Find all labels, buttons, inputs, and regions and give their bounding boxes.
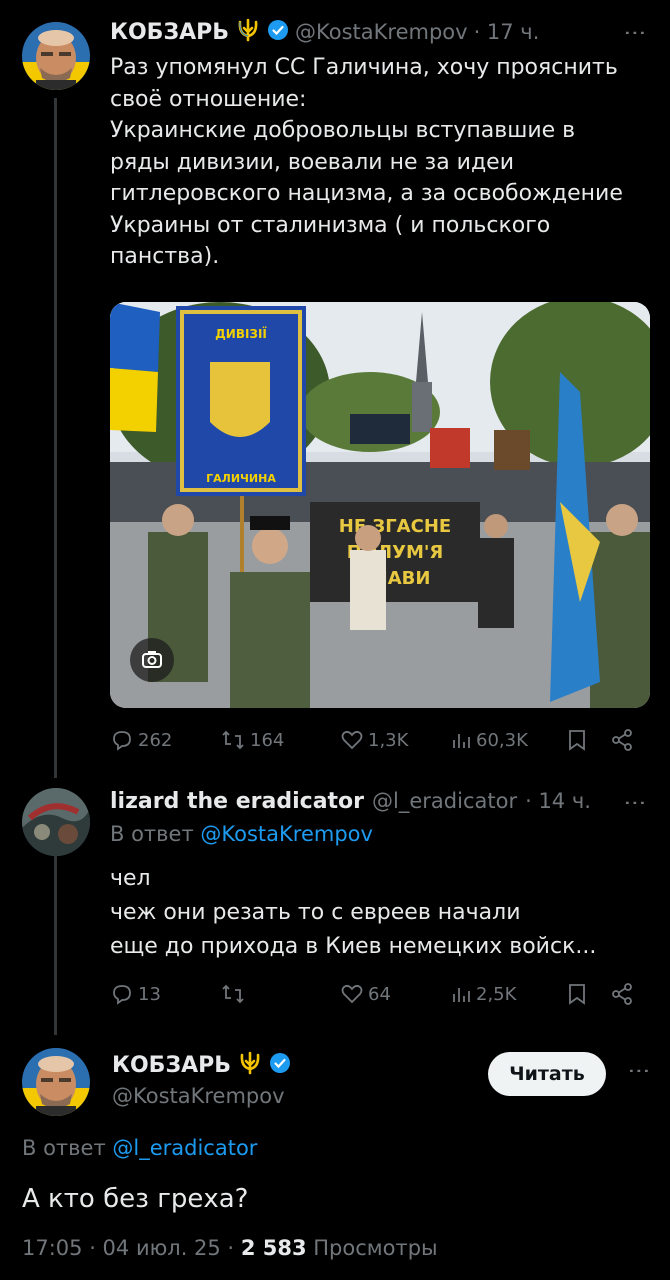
- handle[interactable]: @l_eradicator: [372, 789, 517, 813]
- views-label: Просмотры: [313, 1236, 438, 1260]
- heart-icon: [341, 730, 363, 750]
- tweet-photo[interactable]: ДИВІЗІЇ ГАЛИЧИНА НЕ ЗГАСНЕ ПОЛУМ'Я СЛАВИ: [110, 302, 650, 708]
- display-name[interactable]: КОБЗАРЬ: [112, 1053, 231, 1078]
- avatar[interactable]: [22, 788, 90, 856]
- views-icon: [453, 734, 470, 748]
- more-options-icon[interactable]: ⋮: [622, 792, 647, 814]
- like-count: 1,3K: [368, 729, 409, 751]
- views-icon: [453, 988, 470, 1002]
- timestamp[interactable]: · 17 ч.: [474, 20, 540, 44]
- bookmark-button[interactable]: [566, 982, 588, 1006]
- handle[interactable]: @KostaKrempov: [112, 1084, 285, 1108]
- tweet-meta: 17:05 · 04 июл. 25 · 2 583 Просмотры: [22, 1236, 438, 1260]
- reply-prefix: В ответ: [110, 822, 194, 846]
- share-button[interactable]: [610, 728, 634, 752]
- reply-count: 13: [138, 983, 161, 1005]
- timestamp[interactable]: 17:05 · 04 июл. 25 ·: [22, 1236, 234, 1260]
- tweet-text: Раз упомянул СС Галичина, хочу прояснить…: [110, 55, 623, 269]
- more-options-icon[interactable]: ⋮: [626, 1060, 651, 1082]
- thread-line: [54, 98, 57, 778]
- retweet-button[interactable]: [220, 982, 250, 1006]
- tweet-text: А кто без греха?: [22, 1184, 249, 1214]
- trident-icon: [237, 1051, 263, 1079]
- thread-line: [54, 840, 57, 1035]
- more-options-icon[interactable]: ⋮: [622, 22, 647, 44]
- tweet-actions: 262 164 1,3K 60,3K: [110, 724, 650, 756]
- retweet-count: 164: [250, 729, 285, 751]
- svg-text:ГАЛИЧИНА: ГАЛИЧИНА: [206, 472, 276, 485]
- share-button[interactable]: [610, 982, 634, 1006]
- bookmark-button[interactable]: [566, 728, 588, 752]
- reply-count: 262: [138, 729, 173, 751]
- svg-text:ДИВІЗІЇ: ДИВІЗІЇ: [215, 326, 267, 341]
- avatar[interactable]: [22, 22, 90, 90]
- avatar[interactable]: [22, 1048, 90, 1116]
- reply-to-link[interactable]: @KostaKrempov: [200, 822, 373, 846]
- display-name[interactable]: КОБЗАРЬ: [110, 20, 229, 45]
- bookmark-icon: [569, 730, 585, 751]
- svg-text:НЕ ЗГАСНЕ: НЕ ЗГАСНЕ: [339, 516, 451, 537]
- views-count: 2 583: [240, 1236, 307, 1260]
- camera-lens-icon[interactable]: [130, 638, 174, 682]
- reply-context: В ответ @KostaKrempov: [110, 822, 373, 846]
- handle[interactable]: @KostaKrempov: [295, 20, 468, 44]
- trident-icon: [235, 18, 261, 46]
- views-count: 60,3K: [476, 729, 528, 751]
- reply-button[interactable]: 13: [110, 982, 161, 1006]
- reply-to-link[interactable]: @l_eradicator: [112, 1136, 257, 1160]
- reply-icon: [113, 731, 131, 751]
- reply-button[interactable]: 262: [110, 728, 172, 752]
- reply-context: В ответ @l_eradicator: [22, 1136, 257, 1160]
- bookmark-icon: [569, 984, 585, 1005]
- timestamp[interactable]: · 14 ч.: [525, 789, 591, 813]
- tweet-actions: 13 64 2,5K: [110, 978, 650, 1010]
- views-count: 2,5K: [476, 983, 517, 1005]
- retweet-icon: [222, 730, 244, 750]
- verified-badge-icon: [267, 19, 289, 45]
- like-button[interactable]: 1,3K: [340, 728, 408, 752]
- heart-icon: [341, 984, 363, 1004]
- like-count: 64: [368, 983, 391, 1005]
- views-button[interactable]: 2,5K: [450, 982, 516, 1006]
- tweet-text: чел чеж они резать то с евреев начали ещ…: [110, 866, 597, 959]
- reply-icon: [113, 985, 131, 1005]
- follow-button[interactable]: Читать: [488, 1052, 606, 1096]
- display-name[interactable]: lizard the eradicator: [110, 789, 364, 814]
- retweet-icon: [222, 984, 244, 1004]
- share-icon: [612, 983, 632, 1005]
- verified-badge-icon: [269, 1052, 291, 1078]
- share-icon: [612, 729, 632, 751]
- retweet-button[interactable]: 164: [220, 728, 284, 752]
- like-button[interactable]: 64: [340, 982, 391, 1006]
- views-button[interactable]: 60,3K: [450, 728, 528, 752]
- reply-prefix: В ответ: [22, 1136, 106, 1160]
